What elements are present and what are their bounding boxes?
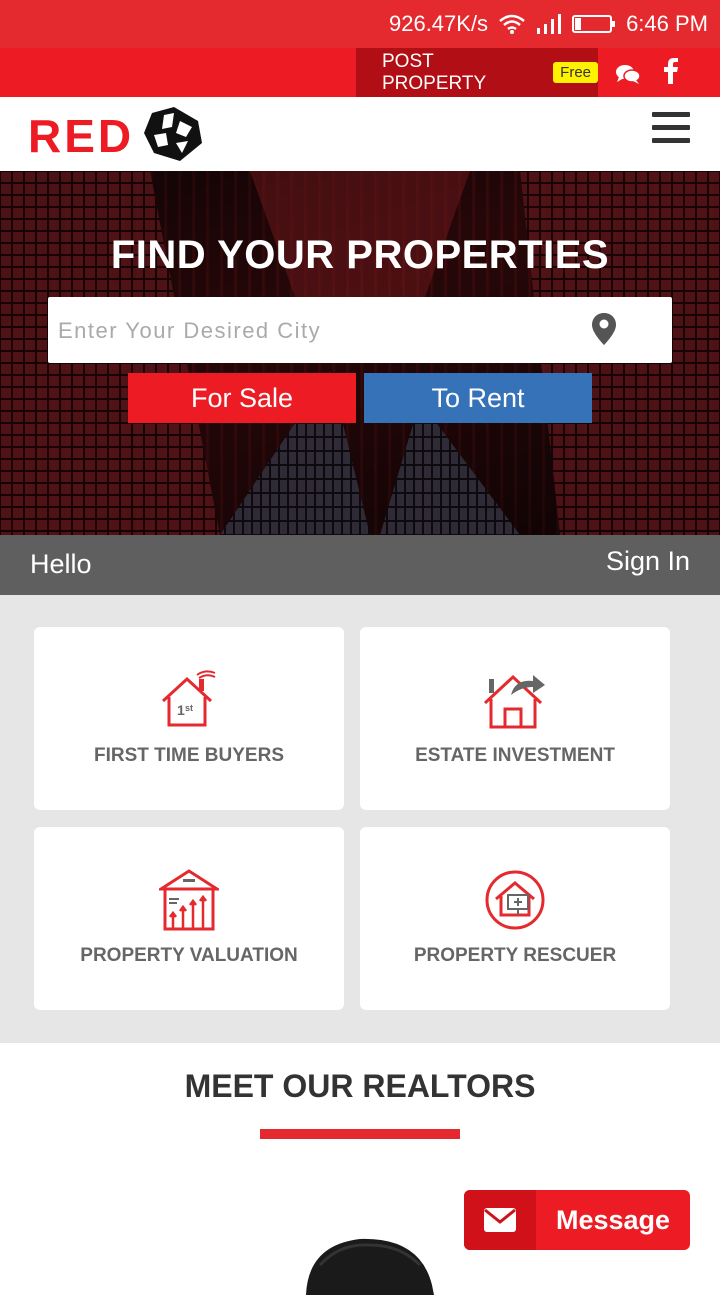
post-property-button[interactable]: POST PROPERTY Free xyxy=(356,48,598,97)
first-home-icon: 1 st xyxy=(161,670,216,727)
svg-text:1: 1 xyxy=(177,702,185,718)
status-bar: 926.47K/s 6:46 PM xyxy=(0,0,720,48)
message-button[interactable]: Message xyxy=(464,1190,690,1250)
facebook-icon[interactable] xyxy=(664,58,678,91)
post-property-label: POST PROPERTY xyxy=(382,50,487,94)
signal-icon xyxy=(536,14,562,34)
card-label: PROPERTY RESCUER xyxy=(413,945,617,966)
city-search-input[interactable] xyxy=(48,297,600,365)
svg-text:st: st xyxy=(185,703,193,713)
header: RED xyxy=(0,97,720,171)
hamburger-menu-icon[interactable] xyxy=(652,112,690,146)
wifi-icon xyxy=(498,14,526,34)
services-grid: 1 st FIRST TIME BUYERS ESTATE INVESTMENT… xyxy=(0,595,720,1043)
logo-cube-icon xyxy=(144,107,202,161)
realtors-heading: MEET OUR REALTORS xyxy=(184,1068,536,1104)
for-sale-button[interactable]: For Sale xyxy=(128,373,356,423)
sign-in-link[interactable]: Sign In xyxy=(606,546,690,577)
realtor-photo[interactable] xyxy=(300,1235,440,1295)
battery-icon xyxy=(572,15,616,33)
card-estate-investment[interactable]: ESTATE INVESTMENT xyxy=(360,627,670,810)
network-speed: 926.47K/s xyxy=(388,11,489,36)
to-rent-button[interactable]: To Rent xyxy=(364,373,592,423)
chat-icon[interactable] xyxy=(615,63,641,90)
card-label: PROPERTY VALUATION xyxy=(80,945,298,966)
free-badge: Free xyxy=(553,62,598,83)
envelope-icon xyxy=(464,1190,536,1250)
logo-text: RED xyxy=(28,110,135,162)
city-search-box xyxy=(48,297,672,365)
message-label: Message xyxy=(556,1204,671,1235)
top-bar: POST PROPERTY Free xyxy=(0,48,720,97)
heading-underline xyxy=(260,1129,460,1139)
valuation-icon xyxy=(159,869,219,931)
card-property-valuation[interactable]: PROPERTY VALUATION xyxy=(34,827,344,1010)
hero-title: FIND YOUR PROPERTIES xyxy=(110,233,610,277)
hello-bar: Hello Sign In xyxy=(0,535,720,595)
rescue-icon xyxy=(485,870,545,930)
house-arrow-icon xyxy=(483,674,545,729)
card-first-time-buyers[interactable]: 1 st FIRST TIME BUYERS xyxy=(34,627,344,810)
card-label: ESTATE INVESTMENT xyxy=(415,745,615,766)
card-property-rescuer[interactable]: PROPERTY RESCUER xyxy=(360,827,670,1010)
clock: 6:46 PM xyxy=(626,11,708,36)
card-label: FIRST TIME BUYERS xyxy=(93,745,284,766)
hero-banner: FIND YOUR PROPERTIES For Sale To Rent xyxy=(0,171,720,535)
greeting-text: Hello xyxy=(30,549,92,579)
location-pin-icon[interactable] xyxy=(592,313,616,350)
